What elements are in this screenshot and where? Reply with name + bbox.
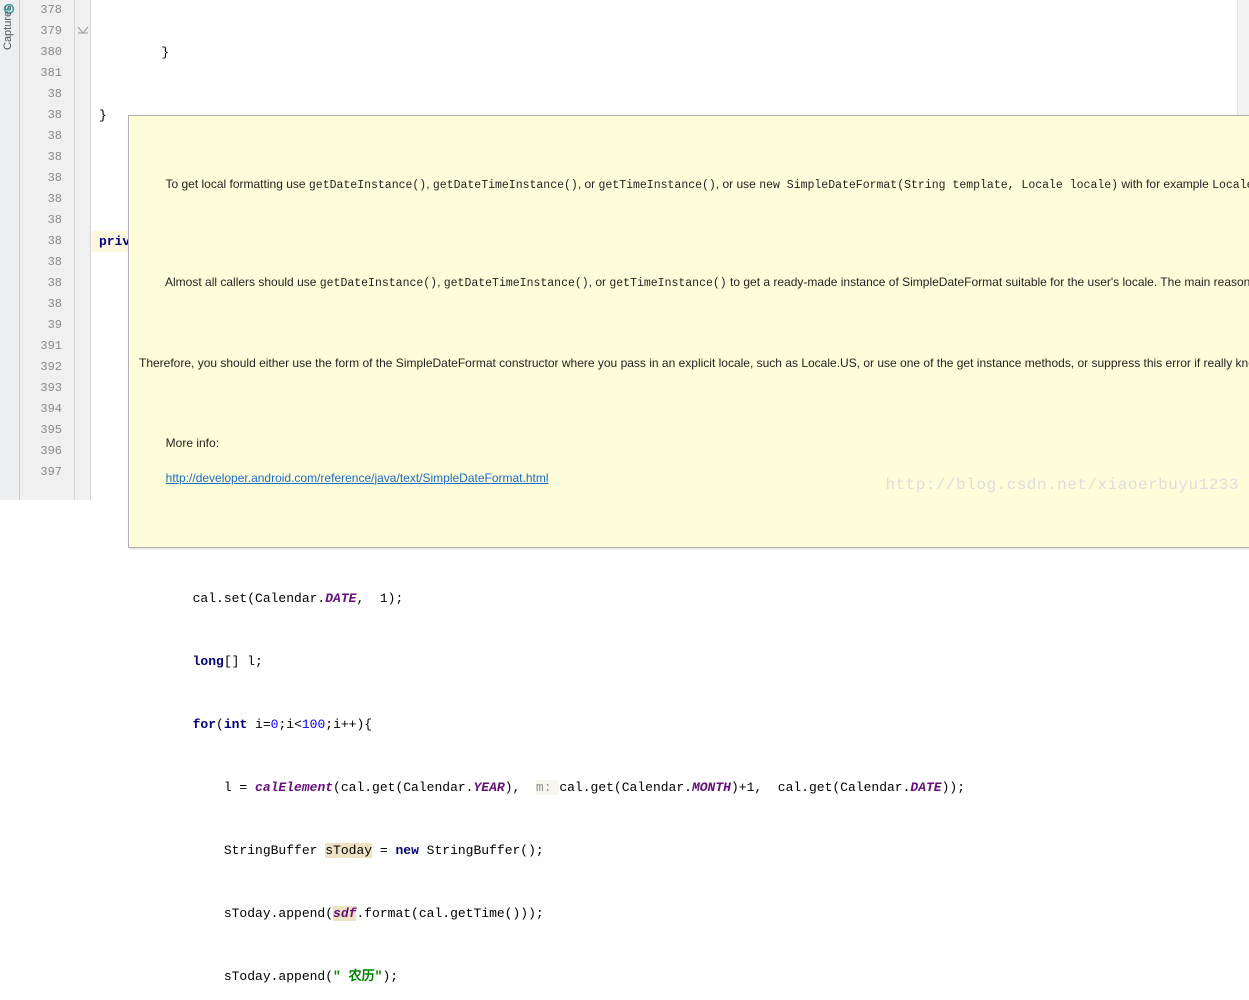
code-line: }	[91, 42, 1249, 63]
line-number: 380	[20, 42, 62, 63]
line-number: 38	[20, 105, 62, 126]
fold-gutter[interactable]	[75, 0, 91, 500]
line-number: 394	[20, 399, 62, 420]
code-line: l = calElement(cal.get(Calendar.YEAR), m…	[91, 777, 1249, 798]
tooltip-body-2: Therefore, you should either use the for…	[139, 355, 1249, 372]
code-line: for(int i=0;i<100;i++){	[91, 714, 1249, 735]
parameter-hint: m:	[536, 780, 559, 795]
tooltip-body-1: Almost all callers should use getDateIns…	[139, 257, 1249, 310]
line-number: 38	[20, 84, 62, 105]
line-number-gutter[interactable]: 378 379 380 381 38 38 38 38 38 38 38 38 …	[20, 0, 75, 500]
editor-root: Captures 378 379 380 381 38 38 38 38 38 …	[0, 0, 1249, 500]
fold-end-icon[interactable]	[77, 26, 89, 36]
line-number: 396	[20, 441, 62, 462]
line-number: 38	[20, 126, 62, 147]
line-number: 381	[20, 63, 62, 84]
line-number: 397	[20, 462, 62, 483]
code-line: long[] l;	[91, 651, 1249, 672]
line-number: 38	[20, 189, 62, 210]
code-editor[interactable]: } } private static SimpleDateFormat sdf …	[91, 0, 1249, 500]
code-line: StringBuffer sToday = new StringBuffer()…	[91, 840, 1249, 861]
line-number: 38	[20, 252, 62, 273]
tool-window-bar[interactable]: Captures	[0, 0, 20, 500]
line-number: 379	[20, 21, 62, 42]
line-number: 393	[20, 378, 62, 399]
line-number: 378	[20, 0, 62, 21]
code-line: sToday.append(" 农历");	[91, 966, 1249, 987]
line-number: 39	[20, 315, 62, 336]
code-line: cal.set(Calendar.DATE, 1);	[91, 588, 1249, 609]
line-number: 392	[20, 357, 62, 378]
line-number: 38	[20, 168, 62, 189]
line-number: 38	[20, 231, 62, 252]
watermark: http://blog.csdn.net/xiaoerbuyu1233	[885, 476, 1239, 494]
code-line: sToday.append(sdf.format(cal.getTime()))…	[91, 903, 1249, 924]
line-number: 38	[20, 273, 62, 294]
line-number: 38	[20, 210, 62, 231]
line-number: 38	[20, 147, 62, 168]
line-number: 38	[20, 294, 62, 315]
line-number: 391	[20, 336, 62, 357]
tooltip-summary: To get local formatting use getDateInsta…	[139, 159, 1249, 212]
captures-tab-label: Captures	[2, 5, 14, 50]
tooltip-doc-link[interactable]: http://developer.android.com/reference/j…	[166, 471, 549, 485]
line-number: 395	[20, 420, 62, 441]
